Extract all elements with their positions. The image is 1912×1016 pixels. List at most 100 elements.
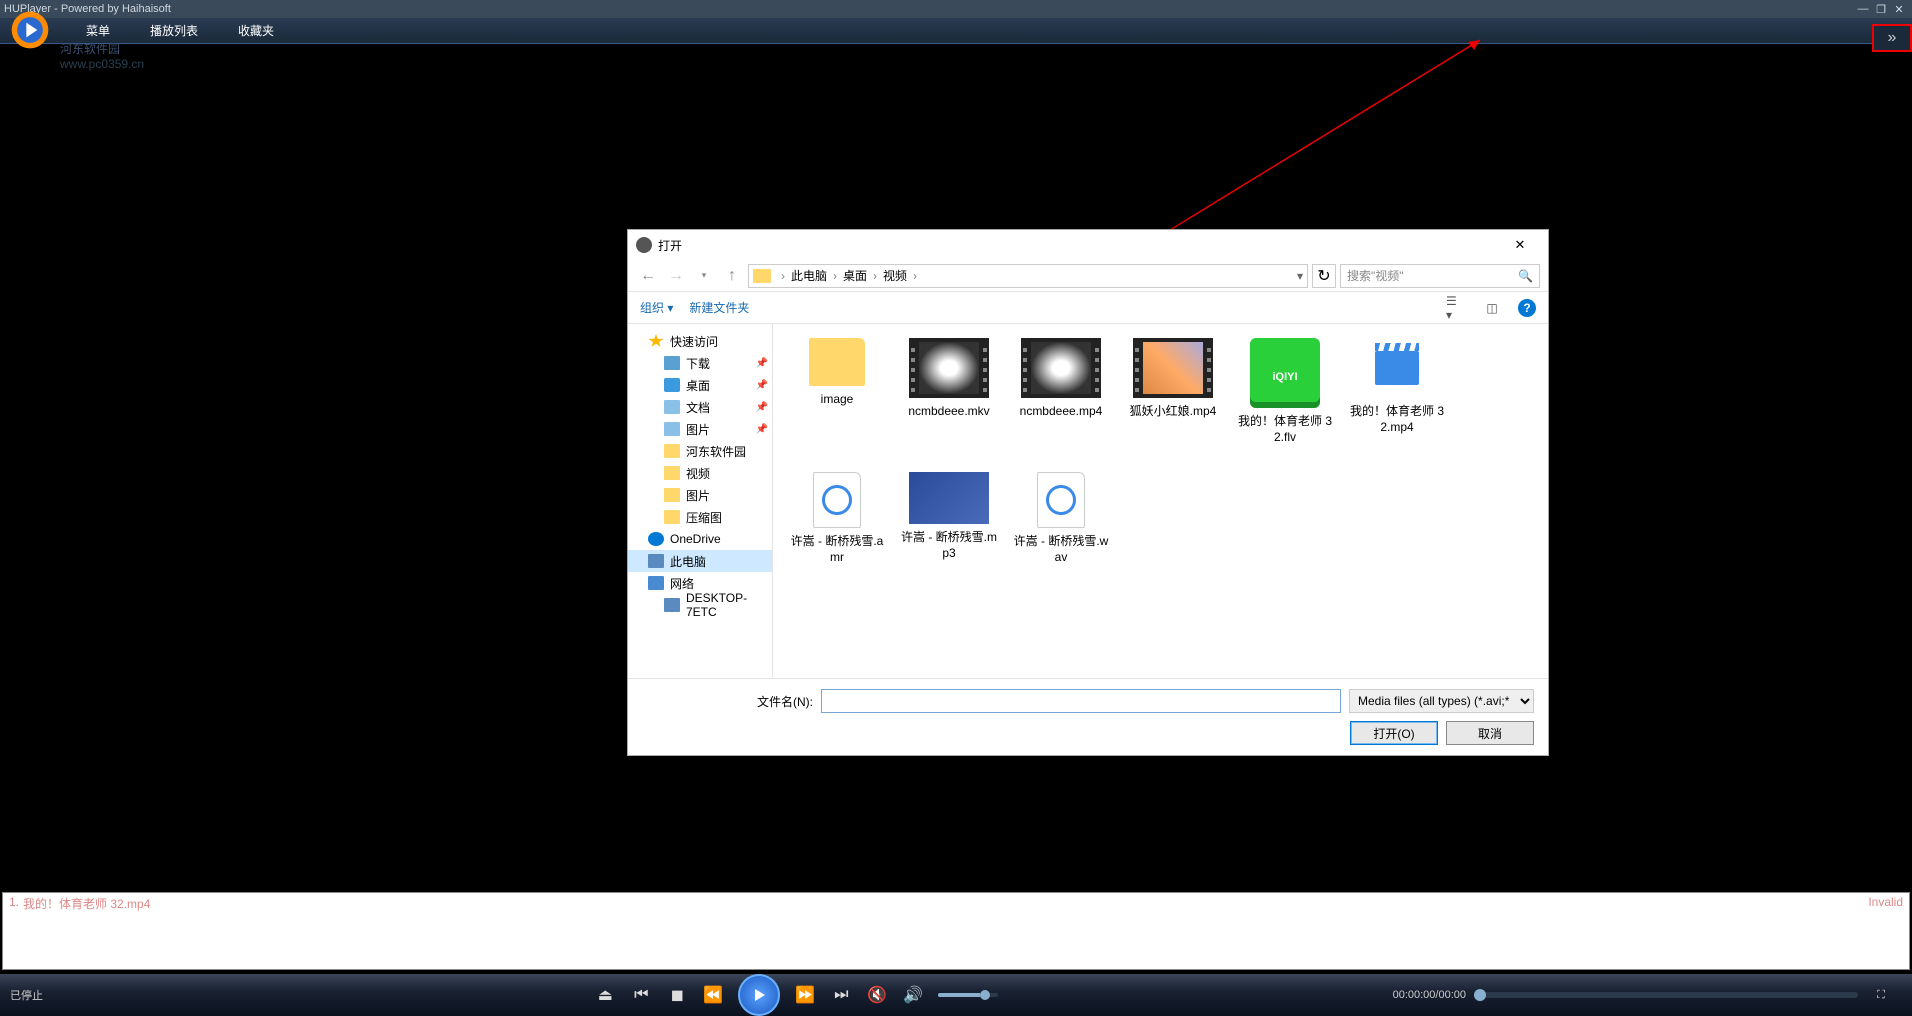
dialog-nav: ← → ▾ ↑ › 此电脑 › 桌面 › 视频 › ▾ ↻ 搜索"视频" 🔍 (628, 260, 1548, 292)
prev-track-button[interactable]: ⏮ (630, 984, 652, 1006)
doc-icon (664, 400, 680, 414)
playback-status: 已停止 (0, 987, 200, 1003)
cancel-button[interactable]: 取消 (1446, 721, 1534, 745)
watermark: 河东软件园 www.pc0359.cn (60, 40, 144, 71)
pin-icon: 📌 (756, 424, 768, 435)
file-thumbnail (909, 472, 989, 524)
file-item[interactable]: image (783, 334, 891, 464)
menu-favorites[interactable]: 收藏夹 (218, 22, 294, 39)
file-item[interactable]: 狐妖小红娘.mp4 (1119, 334, 1227, 464)
eject-button[interactable]: ⏏ (594, 984, 616, 1006)
folder-icon (664, 488, 680, 502)
tree-node[interactable]: OneDrive (628, 528, 772, 550)
search-placeholder: 搜索"视频" (1347, 267, 1404, 284)
file-label: 许嵩 - 断桥残雪.mp3 (899, 530, 999, 561)
filename-label: 文件名(N): (757, 693, 813, 710)
refresh-button[interactable]: ↻ (1312, 264, 1336, 288)
tree-node-label: 网络 (670, 575, 694, 592)
tree-node[interactable]: 河东软件园 (628, 440, 772, 462)
playlist-close-icon[interactable]: × (1, 885, 11, 895)
filetype-select[interactable]: Media files (all types) (*.avi;* (1349, 689, 1534, 713)
expand-panel-button[interactable]: » (1872, 24, 1912, 52)
file-thumbnail (1021, 338, 1101, 398)
minimize-button[interactable]: — (1854, 2, 1872, 16)
tree-node[interactable]: 图片📌 (628, 418, 772, 440)
tree-node[interactable]: 快速访问 (628, 330, 772, 352)
tree-node[interactable]: 此电脑 (628, 550, 772, 572)
file-thumbnail (1133, 338, 1213, 398)
playlist-item-name: 我的！体育老师 32.mp4 (23, 895, 150, 912)
file-label: 狐妖小红娘.mp4 (1130, 404, 1217, 420)
down-icon (664, 356, 680, 370)
file-item[interactable]: 许嵩 - 断桥残雪.amr (783, 468, 891, 598)
organize-menu[interactable]: 组织 ▾ (640, 299, 673, 316)
nav-recent-button[interactable]: ▾ (692, 264, 716, 288)
breadcrumb[interactable]: › 此电脑 › 桌面 › 视频 › ▾ (748, 264, 1308, 288)
folder-icon (664, 510, 680, 524)
nav-forward-button[interactable]: → (664, 264, 688, 288)
mute-button[interactable]: 🔇 (866, 984, 888, 1006)
tree-node[interactable]: 图片 (628, 484, 772, 506)
app-logo-icon (6, 8, 54, 52)
open-button[interactable]: 打开(O) (1350, 721, 1438, 745)
file-item[interactable]: ncmbdeee.mkv (895, 334, 1003, 464)
breadcrumb-seg[interactable]: 此电脑 (791, 267, 827, 284)
star-icon (648, 334, 664, 348)
file-label: 许嵩 - 断桥残雪.wav (1011, 534, 1111, 565)
menu-playlist[interactable]: 播放列表 (130, 22, 218, 39)
tree-node-label: 文档 (686, 399, 710, 416)
maximize-button[interactable]: ❐ (1872, 2, 1890, 16)
nav-back-button[interactable]: ← (636, 264, 660, 288)
stop-button[interactable]: ◼ (666, 984, 688, 1006)
tree-node-label: 快速访问 (670, 333, 718, 350)
search-input[interactable]: 搜索"视频" 🔍 (1340, 264, 1540, 288)
file-label: ncmbdeee.mkv (908, 404, 989, 420)
next-track-button[interactable]: ⏭ (830, 984, 852, 1006)
pin-icon: 📌 (756, 380, 768, 391)
close-button[interactable]: ✕ (1890, 2, 1908, 16)
fullscreen-button[interactable]: ⛶ (1870, 984, 1892, 1006)
help-button[interactable]: ? (1518, 299, 1536, 317)
tree-node[interactable]: DESKTOP-7ETC (628, 594, 772, 616)
breadcrumb-seg[interactable]: 视频 (883, 267, 907, 284)
tree-node-label: OneDrive (670, 532, 721, 546)
tree-node[interactable]: 视频 (628, 462, 772, 484)
tree-node-label: 压缩图 (686, 509, 722, 526)
tree-node[interactable]: 桌面 📌 (628, 374, 772, 396)
file-thumbnail: iQIYI (1250, 338, 1320, 408)
file-thumbnail (809, 338, 865, 386)
menu-main[interactable]: 菜单 (66, 22, 130, 39)
file-thumbnail (813, 472, 861, 528)
rewind-button[interactable]: ⏪ (702, 984, 724, 1006)
file-label: 许嵩 - 断桥残雪.amr (787, 534, 887, 565)
seek-slider[interactable] (1478, 992, 1858, 998)
tree-node-label: DESKTOP-7ETC (686, 591, 768, 619)
tree-node[interactable]: 下载📌 (628, 352, 772, 374)
net-icon (648, 576, 664, 590)
tree-node[interactable]: 文档 📌 (628, 396, 772, 418)
file-item[interactable]: ncmbdeee.mp4 (1007, 334, 1115, 464)
volume-slider[interactable] (938, 993, 998, 997)
filename-input[interactable] (821, 689, 1341, 713)
pin-icon: 📌 (756, 402, 768, 413)
new-folder-button[interactable]: 新建文件夹 (689, 299, 749, 316)
tree-node-label: 图片 (686, 487, 710, 504)
tree-node[interactable]: 压缩图 (628, 506, 772, 528)
breadcrumb-seg[interactable]: 桌面 (843, 267, 867, 284)
tree-node-label: 桌面 (686, 377, 710, 394)
forward-button[interactable]: ⏩ (794, 984, 816, 1006)
dialog-app-icon (636, 237, 652, 253)
nav-up-button[interactable]: ↑ (720, 264, 744, 288)
play-button[interactable] (738, 974, 780, 1016)
file-item[interactable]: iQIYI我的！体育老师 32.flv (1231, 334, 1339, 464)
preview-pane-button[interactable]: ◫ (1482, 298, 1502, 318)
dialog-close-button[interactable]: ✕ (1500, 231, 1540, 259)
file-item[interactable]: 我的！体育老师 32.mp4 (1343, 334, 1451, 464)
breadcrumb-dropdown-icon[interactable]: ▾ (1297, 269, 1303, 283)
file-item[interactable]: 许嵩 - 断桥残雪.wav (1007, 468, 1115, 598)
doc-icon (664, 422, 680, 436)
playlist-item-status: Invalid (1868, 895, 1903, 912)
view-mode-button[interactable]: ☰ ▾ (1446, 298, 1466, 318)
file-item[interactable]: 许嵩 - 断桥残雪.mp3 (895, 468, 1003, 598)
playlist-item[interactable]: 1. 我的！体育老师 32.mp4 Invalid (3, 893, 1909, 914)
